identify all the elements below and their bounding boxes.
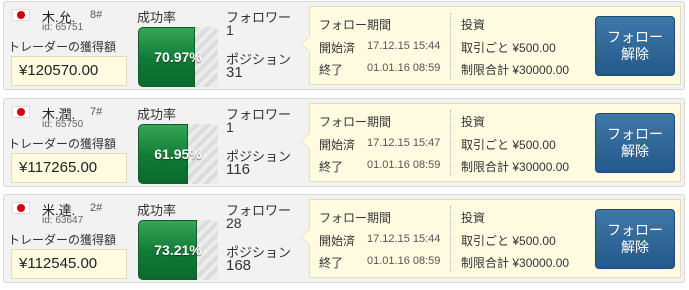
per-trade: 取引ごと ¥500.00 bbox=[461, 39, 556, 56]
follow-panel: フォロー期間 開始済 17.12.15 15:44 終了 01.01.16 08… bbox=[301, 6, 681, 85]
positions-count: 168 bbox=[226, 257, 252, 274]
limit-total: 制限合計 ¥30000.00 bbox=[461, 158, 569, 175]
trader-id: id: 65751 bbox=[42, 22, 84, 33]
trader-rank: 8# bbox=[90, 9, 103, 21]
investment-title: 投資 bbox=[461, 211, 486, 225]
follow-panel: フォロー期間 開始済 17.12.15 15:47 終了 01.01.16 08… bbox=[301, 103, 681, 182]
per-trade: 取引ごと ¥500.00 bbox=[461, 232, 556, 249]
japan-flag-icon bbox=[12, 202, 30, 214]
panel-divider bbox=[450, 206, 451, 272]
per-trade-label: 取引ごと bbox=[461, 41, 510, 55]
investment-title: 投資 bbox=[461, 115, 486, 129]
trader-gain-value: ¥112545.00 bbox=[11, 249, 127, 279]
trader-rank: 7# bbox=[90, 106, 103, 118]
limit-total: 制限合計 ¥30000.00 bbox=[461, 254, 569, 271]
follow-period-title: フォロー期間 bbox=[319, 115, 392, 129]
per-trade: 取引ごと ¥500.00 bbox=[461, 136, 556, 153]
per-trade-label: 取引ごと bbox=[461, 138, 510, 152]
followers-count: 1 bbox=[226, 119, 234, 135]
success-rate-bar: 73.21% bbox=[138, 220, 218, 280]
japan-flag-icon bbox=[12, 106, 30, 118]
start-datetime: 17.12.15 15:47 bbox=[367, 137, 441, 149]
start-label: 開始済 bbox=[319, 41, 356, 55]
followers-label: フォロワー bbox=[226, 107, 292, 122]
per-trade-value: ¥500.00 bbox=[512, 138, 556, 152]
success-rate-bar: 61.95% bbox=[138, 124, 218, 184]
limit-total: 制限合計 ¥30000.00 bbox=[461, 61, 569, 78]
trader-gain-value: ¥117265.00 bbox=[11, 153, 127, 183]
positions-count: 116 bbox=[226, 161, 250, 178]
trader-gain-value: ¥120570.00 bbox=[11, 56, 127, 86]
limit-total-label: 制限合計 bbox=[461, 256, 510, 270]
followers-count: 28 bbox=[226, 215, 242, 231]
trader-id: id: 65750 bbox=[42, 119, 84, 130]
trader-gain-label: トレーダーの獲得額 bbox=[8, 233, 117, 247]
unfollow-button[interactable]: フォロー解除 bbox=[595, 113, 675, 173]
end-datetime: 01.01.16 08:59 bbox=[367, 255, 441, 267]
followers-label: フォロワー bbox=[226, 10, 292, 25]
per-trade-label: 取引ごと bbox=[461, 234, 510, 248]
trader-gain-label: トレーダーの獲得額 bbox=[8, 40, 117, 54]
start-datetime: 17.12.15 15:44 bbox=[367, 233, 441, 245]
success-rate-value: 73.21% bbox=[154, 242, 202, 258]
end-datetime: 01.01.16 08:59 bbox=[367, 159, 441, 171]
follow-period-title: フォロー期間 bbox=[319, 211, 392, 225]
success-rate-bar: 70.97% bbox=[138, 27, 218, 87]
panel-divider bbox=[450, 13, 451, 79]
per-trade-value: ¥500.00 bbox=[512, 234, 556, 248]
start-label: 開始済 bbox=[319, 138, 356, 152]
limit-total-value: ¥30000.00 bbox=[512, 160, 570, 174]
follow-panel: フォロー期間 開始済 17.12.15 15:44 終了 01.01.16 08… bbox=[301, 199, 681, 278]
limit-total-value: ¥30000.00 bbox=[512, 63, 570, 77]
success-rate-label: 成功率 bbox=[137, 10, 177, 25]
limit-total-value: ¥30000.00 bbox=[512, 256, 570, 270]
success-rate-value: 70.97% bbox=[154, 49, 202, 65]
followers-count: 1 bbox=[226, 22, 234, 38]
success-rate-value: 61.95% bbox=[154, 146, 202, 162]
limit-total-label: 制限合計 bbox=[461, 63, 510, 77]
success-rate-label: 成功率 bbox=[137, 203, 177, 218]
follow-period-title: フォロー期間 bbox=[319, 18, 392, 32]
trader-card: 木.潤. 7# id: 65750 トレーダーの獲得額 ¥117265.00 成… bbox=[3, 98, 685, 187]
trader-list: 木.允. 8# id: 65751 トレーダーの獲得額 ¥120570.00 成… bbox=[0, 0, 689, 290]
trader-card: 米.達. 2# id: 63647 トレーダーの獲得額 ¥112545.00 成… bbox=[3, 194, 685, 283]
investment-title: 投資 bbox=[461, 18, 486, 32]
success-rate-label: 成功率 bbox=[137, 107, 177, 122]
per-trade-value: ¥500.00 bbox=[512, 41, 556, 55]
unfollow-button[interactable]: フォロー解除 bbox=[595, 16, 675, 76]
trader-id: id: 63647 bbox=[42, 215, 84, 226]
positions-count: 31 bbox=[226, 64, 243, 81]
end-label: 終了 bbox=[319, 63, 344, 77]
trader-gain-label: トレーダーの獲得額 bbox=[8, 137, 117, 151]
trader-rank: 2# bbox=[90, 202, 103, 214]
start-label: 開始済 bbox=[319, 234, 356, 248]
japan-flag-icon bbox=[12, 9, 30, 21]
start-datetime: 17.12.15 15:44 bbox=[367, 40, 441, 52]
limit-total-label: 制限合計 bbox=[461, 160, 510, 174]
trader-card: 木.允. 8# id: 65751 トレーダーの獲得額 ¥120570.00 成… bbox=[3, 1, 685, 90]
end-label: 終了 bbox=[319, 160, 344, 174]
end-label: 終了 bbox=[319, 256, 344, 270]
panel-divider bbox=[450, 110, 451, 176]
end-datetime: 01.01.16 08:59 bbox=[367, 62, 441, 74]
unfollow-button[interactable]: フォロー解除 bbox=[595, 209, 675, 269]
